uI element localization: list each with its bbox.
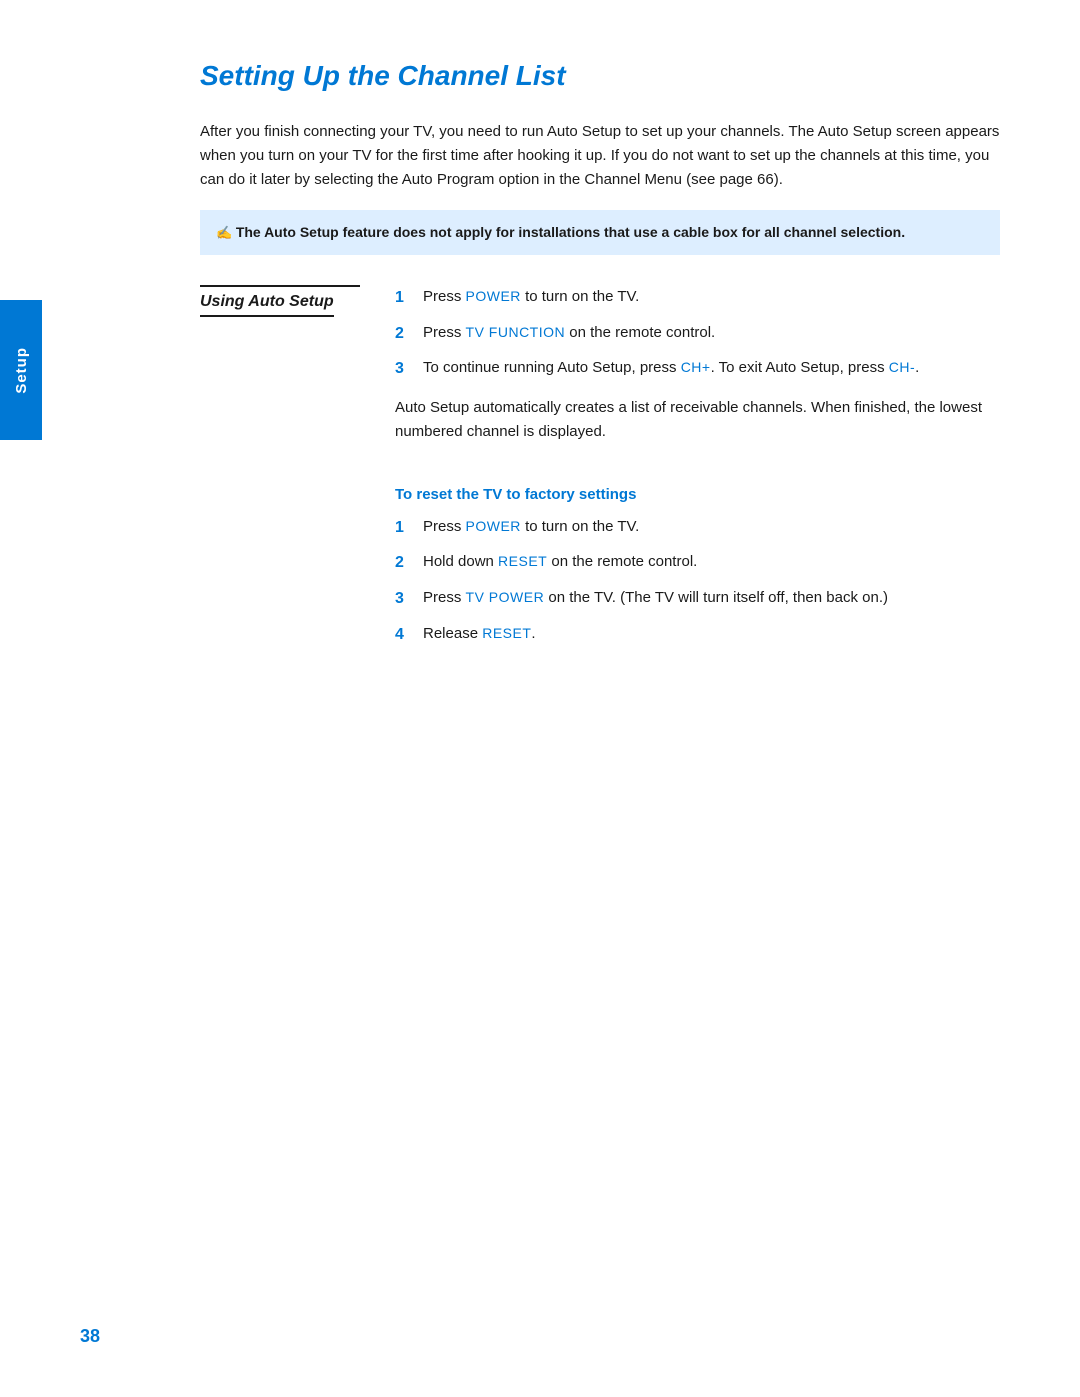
- reset-step-4-text: Release RESET.: [423, 622, 1000, 648]
- auto-description: Auto Setup automatically creates a list …: [395, 396, 1000, 444]
- page-title: Setting Up the Channel List: [200, 60, 1000, 92]
- reset-step-1: 1 Press POWER to turn on the TV.: [395, 515, 1000, 541]
- reset-step-1-number: 1: [395, 515, 413, 541]
- section-content: 1 Press POWER to turn on the TV. 2 Press…: [395, 285, 1000, 466]
- step-3-text: To continue running Auto Setup, press CH…: [423, 356, 1000, 382]
- factory-reset-steps: 1 Press POWER to turn on the TV. 2 Hold …: [395, 515, 1000, 647]
- reset-step-2-text: Hold down RESET on the remote control.: [423, 550, 1000, 576]
- step-3: 3 To continue running Auto Setup, press …: [395, 356, 1000, 382]
- sidebar-tab: Setup: [0, 300, 42, 440]
- tv-function-keyword: TV FUNCTION: [466, 324, 566, 340]
- factory-reset-section: To reset the TV to factory settings 1 Pr…: [395, 486, 1000, 647]
- section-label: Using Auto Setup: [200, 293, 334, 317]
- page-number: 38: [80, 1326, 100, 1347]
- reset-step-1-text: Press POWER to turn on the TV.: [423, 515, 1000, 541]
- reset-keyword-1: RESET: [498, 553, 547, 569]
- step-3-number: 3: [395, 356, 413, 382]
- divider: [200, 285, 360, 287]
- intro-paragraph: After you finish connecting your TV, you…: [200, 120, 1000, 192]
- using-auto-setup-section: Using Auto Setup 1 Press POWER to turn o…: [200, 285, 1000, 466]
- page-container: Setup Setting Up the Channel List After …: [0, 0, 1080, 1397]
- reset-step-2-number: 2: [395, 550, 413, 576]
- reset-step-4: 4 Release RESET.: [395, 622, 1000, 648]
- sidebar-tab-label: Setup: [13, 347, 30, 394]
- power-keyword-2: POWER: [466, 518, 521, 534]
- reset-step-3: 3 Press TV POWER on the TV. (The TV will…: [395, 586, 1000, 612]
- full-content: After you finish connecting your TV, you…: [200, 120, 1000, 647]
- note-icon: ✍: [216, 225, 236, 240]
- reset-step-2: 2 Hold down RESET on the remote control.: [395, 550, 1000, 576]
- reset-keyword-2: RESET: [482, 625, 531, 641]
- note-text: The Auto Setup feature does not apply fo…: [236, 224, 905, 240]
- ch-plus-keyword: CH+: [681, 359, 711, 375]
- tv-power-keyword: TV POWER: [466, 589, 545, 605]
- section-label-area: Using Auto Setup: [200, 285, 395, 466]
- step-1-number: 1: [395, 285, 413, 311]
- power-keyword-1: POWER: [466, 288, 521, 304]
- ch-minus-keyword: CH-: [889, 359, 915, 375]
- step-2-number: 2: [395, 321, 413, 347]
- reset-step-4-number: 4: [395, 622, 413, 648]
- reset-step-3-number: 3: [395, 586, 413, 612]
- note-box: ✍ The Auto Setup feature does not apply …: [200, 210, 1000, 255]
- step-2: 2 Press TV FUNCTION on the remote contro…: [395, 321, 1000, 347]
- step-2-text: Press TV FUNCTION on the remote control.: [423, 321, 1000, 347]
- step-1: 1 Press POWER to turn on the TV.: [395, 285, 1000, 311]
- step-1-text: Press POWER to turn on the TV.: [423, 285, 1000, 311]
- factory-reset-heading: To reset the TV to factory settings: [395, 486, 1000, 503]
- reset-step-3-text: Press TV POWER on the TV. (The TV will t…: [423, 586, 1000, 612]
- auto-setup-steps: 1 Press POWER to turn on the TV. 2 Press…: [395, 285, 1000, 382]
